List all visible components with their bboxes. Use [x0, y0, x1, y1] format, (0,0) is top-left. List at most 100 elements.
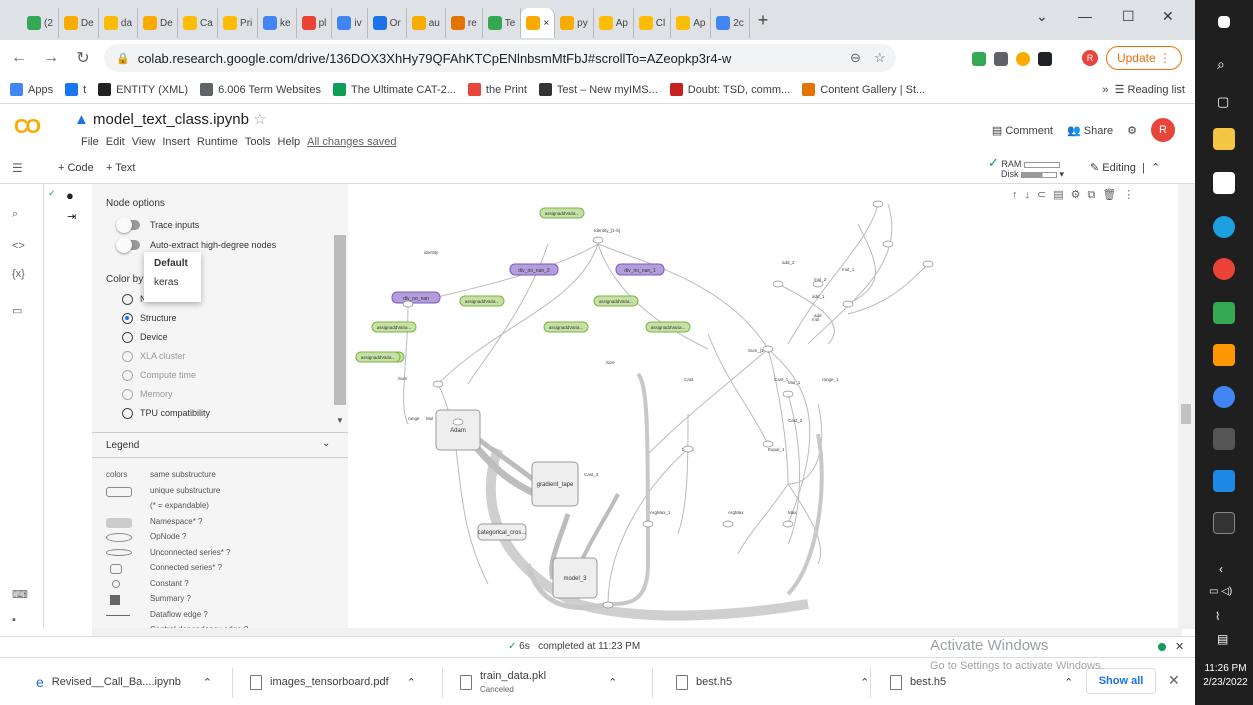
move-up-icon[interactable]: ↑: [1012, 189, 1025, 201]
menu-runtime[interactable]: Runtime: [197, 136, 238, 148]
url-bar[interactable]: 🔒 colab.research.google.com/drive/136DOX…: [104, 44, 896, 72]
graph-op-node[interactable]: [842, 300, 854, 308]
link-icon[interactable]: ⊂: [1037, 189, 1053, 201]
color-by-radio[interactable]: [122, 332, 133, 343]
close-icon[interactable]: ✕: [1168, 672, 1180, 689]
graph-op-label[interactable]: mul_1: [842, 267, 855, 272]
graph-edge[interactable]: [677, 413, 689, 535]
windows-icon[interactable]: [1218, 16, 1230, 28]
graph-op-label[interactable]: Sum: [398, 376, 408, 381]
tab[interactable]: Cl: [634, 8, 672, 38]
graph-op-label[interactable]: Cast: [684, 377, 694, 382]
color-by-radio[interactable]: [122, 351, 133, 362]
resource-monitor[interactable]: ✓ RAM Disk ▾: [988, 156, 1064, 179]
graph-node-label[interactable]: gradient_tape: [537, 482, 574, 488]
tab[interactable]: da: [99, 8, 139, 38]
extension-icon[interactable]: [1016, 52, 1030, 66]
tab[interactable]: Pri: [218, 8, 259, 38]
graph-op-node[interactable]: [762, 440, 774, 448]
terminal-icon[interactable]: [1213, 512, 1235, 534]
graph-op-node[interactable]: [782, 390, 794, 398]
bookmark-item[interactable]: Doubt: TSD, comm...: [669, 83, 790, 96]
download-item[interactable]: e Revised__Call_Ba....ipynb ⌃: [36, 666, 212, 698]
menu-help[interactable]: Help: [278, 136, 301, 148]
dropdown-option[interactable]: keras: [144, 271, 201, 290]
graph-node-label[interactable]: assignaddVaria...: [549, 325, 583, 330]
output-icon[interactable]: ⇥: [67, 210, 76, 223]
profile-avatar[interactable]: R: [1082, 50, 1098, 66]
menu-insert[interactable]: Insert: [162, 136, 190, 148]
graph-op-label[interactable]: Cast_3: [584, 472, 599, 477]
color-by-radio[interactable]: [122, 294, 133, 305]
avatar[interactable]: R: [1151, 118, 1175, 142]
notification-icon[interactable]: ▤: [1217, 632, 1228, 646]
graph-op-label[interactable]: Equal_1: [768, 447, 785, 452]
variables-icon[interactable]: {x}: [12, 268, 25, 280]
store-icon[interactable]: [1213, 172, 1235, 194]
tab[interactable]: ×: [521, 8, 556, 38]
share-button[interactable]: 👥 Share: [1067, 124, 1113, 137]
graph-op-label[interactable]: Size: [606, 360, 615, 365]
graph-op-label[interactable]: Mul_1: [788, 380, 801, 385]
chevron-up-icon[interactable]: ⌃: [407, 676, 416, 689]
bookmark-item[interactable]: The Ultimate CAT-2...: [332, 83, 456, 96]
chevron-down-icon[interactable]: ⌄: [1036, 8, 1048, 25]
graph-edge[interactable]: [737, 483, 789, 555]
search-icon[interactable]: ⌕: [1217, 56, 1225, 73]
graph-op-label[interactable]: Cast_1: [774, 377, 789, 382]
tab[interactable]: Ap: [594, 8, 634, 38]
edge-icon[interactable]: [1213, 216, 1235, 238]
bookmark-item[interactable]: 6.006 Term Websites: [200, 83, 321, 96]
tab[interactable]: ke: [258, 8, 297, 38]
tab[interactable]: 2c: [711, 8, 750, 38]
graph-edge[interactable]: [777, 283, 835, 345]
bookmark-star-icon[interactable]: ☆: [874, 50, 886, 66]
graph-op-label[interactable]: Max: [788, 510, 797, 515]
color-by-dropdown[interactable]: Default keras: [144, 252, 201, 302]
tab[interactable]: pl: [297, 8, 333, 38]
copy-icon[interactable]: ⧉: [1088, 189, 1103, 201]
graph-op-node[interactable]: [722, 520, 734, 528]
graph-op-node[interactable]: [882, 240, 894, 248]
dropdown-option[interactable]: Default: [144, 252, 201, 271]
forward-button[interactable]: →: [42, 49, 60, 67]
graph-edge[interactable]: [647, 348, 769, 455]
code-icon[interactable]: <>: [12, 240, 25, 252]
menu-file[interactable]: File: [81, 136, 99, 148]
new-tab-button[interactable]: +: [758, 10, 769, 31]
reading-list-button[interactable]: » ☰ Reading list: [1102, 83, 1185, 96]
comment-icon[interactable]: ▤: [1053, 189, 1070, 201]
graph-op-node[interactable]: [452, 418, 464, 426]
graph-op-node[interactable]: [872, 200, 884, 208]
gear-icon[interactable]: ⚙: [1071, 189, 1088, 201]
update-button[interactable]: Update ⋮: [1106, 46, 1182, 70]
more-icon[interactable]: ⋮: [1123, 189, 1141, 201]
tab[interactable]: De: [138, 8, 179, 38]
graph-op-node[interactable]: [782, 520, 794, 528]
puzzle-icon[interactable]: [1038, 52, 1052, 66]
graph-op-label[interactable]: add_2: [782, 260, 795, 265]
graph-op-node[interactable]: [642, 520, 654, 528]
graph-node-label[interactable]: categorical_cros...: [478, 530, 527, 536]
chrome-active-icon[interactable]: [1213, 386, 1235, 408]
close-icon[interactable]: ✕: [1175, 640, 1184, 653]
graph-node-label[interactable]: assignaddVaria...: [377, 325, 411, 330]
graph-op-node[interactable]: [602, 601, 614, 609]
tab[interactable]: re: [446, 8, 483, 38]
tab[interactable]: Or: [368, 8, 407, 38]
clock[interactable]: 11:26 PM 2/23/2022: [1198, 662, 1253, 690]
graph-op-node[interactable]: [402, 300, 414, 308]
chevron-left-icon[interactable]: ‹: [1219, 562, 1223, 576]
graph-op-node[interactable]: [772, 280, 784, 288]
network-volume-icon[interactable]: ▭ ◁): [1209, 586, 1232, 597]
graph-node-label[interactable]: div_no_nan_2: [518, 268, 550, 274]
graph-node-label[interactable]: model_3: [563, 576, 587, 582]
add-code-button[interactable]: + Code: [58, 162, 94, 174]
maximize-button[interactable]: ☐: [1122, 8, 1135, 25]
download-item[interactable]: best.h5 ⌃: [676, 666, 869, 698]
graph-node-label[interactable]: assignaddVaria...: [545, 211, 579, 216]
graph-op-node[interactable]: [592, 236, 604, 244]
sublime-icon[interactable]: [1213, 344, 1235, 366]
bookmark-item[interactable]: Test – New myIMS...: [538, 83, 658, 96]
task-view-icon[interactable]: ▢: [1217, 94, 1229, 110]
